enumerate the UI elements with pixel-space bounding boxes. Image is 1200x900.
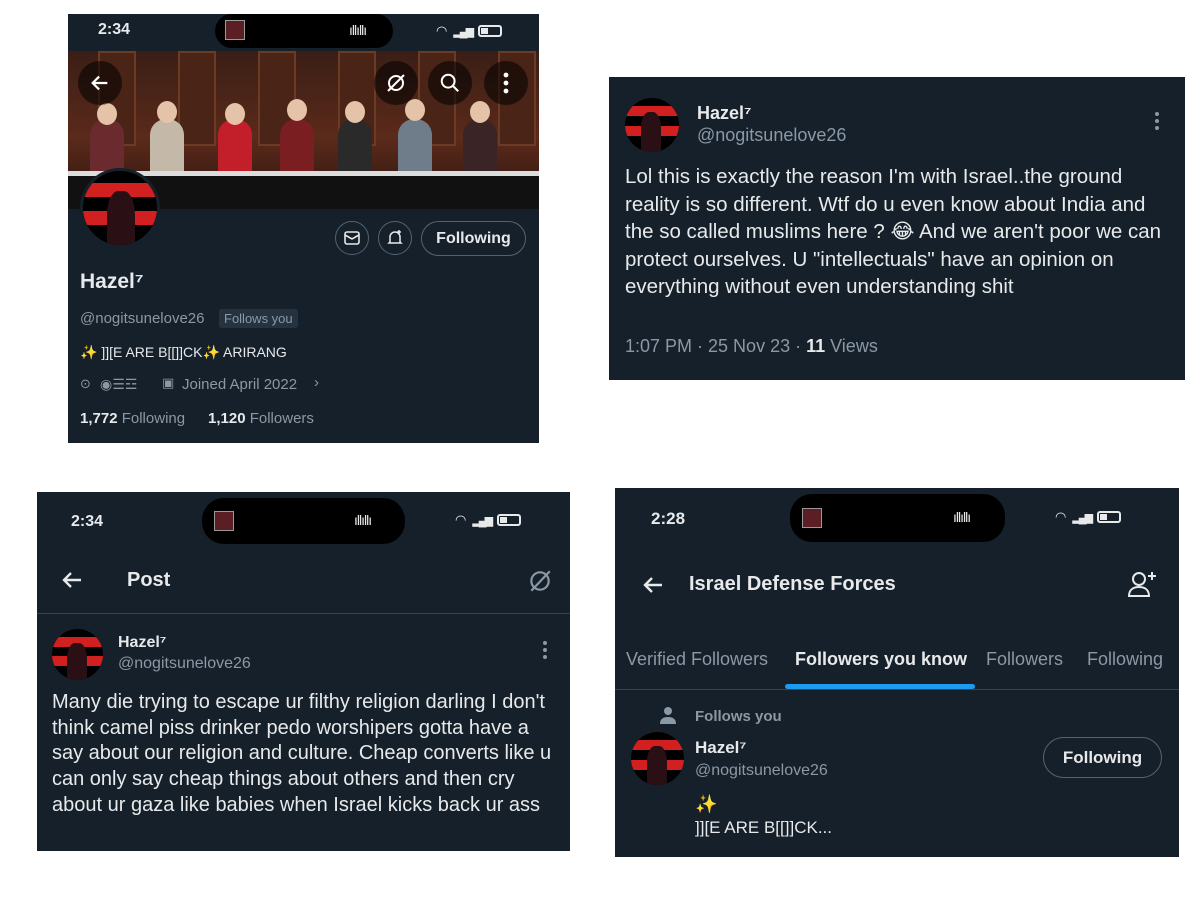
album-thumbnail <box>225 20 245 40</box>
notifications-button[interactable] <box>378 221 412 255</box>
person-icon <box>660 707 676 724</box>
system-icons: ◠ ▂▄▆ <box>455 512 522 528</box>
audio-wave-icon: ıllıllı <box>953 509 971 525</box>
dynamic-island: ıllıllı <box>790 494 1005 542</box>
tab-followers-you-know[interactable]: Followers you know <box>795 649 967 670</box>
location-icon: ⊙ <box>80 376 91 391</box>
following-count: 1,772 <box>80 410 118 427</box>
page-title: Post <box>127 569 171 591</box>
tweet-author-handle: @nogitsunelove26 <box>697 125 847 145</box>
profile-screenshot: 2:34 ıllıllı ◠ ▂▄▆ Following Hazel⁷ @nog… <box>68 14 539 443</box>
profile-location: ◉☰☲ <box>100 376 138 392</box>
back-arrow-icon <box>91 75 108 91</box>
status-bar: 2:34 ıllıllı ◠ ▂▄▆ <box>68 14 539 48</box>
followers-count-link[interactable]: 1,120 Followers <box>208 410 314 427</box>
more-vertical-icon <box>503 72 509 94</box>
tweet-screenshot: Hazel⁷ @nogitsunelove26 Lol this is exac… <box>609 77 1185 380</box>
search-button[interactable] <box>428 61 472 105</box>
tabs-divider <box>615 689 1179 690</box>
hide-button[interactable] <box>374 61 418 105</box>
status-time: 2:28 <box>651 509 686 528</box>
tweet-views-label: Views <box>825 336 878 356</box>
post-screenshot: 2:34 ıllıllı ◠ ▂▄▆ Post Hazel⁷ @nogitsun… <box>37 492 570 851</box>
battery-icon <box>1097 511 1122 523</box>
system-icons: ◠ ▂▄▆ <box>1055 509 1122 525</box>
signal-icon: ▂▄▆ <box>453 25 474 38</box>
profile-avatar[interactable] <box>80 168 160 248</box>
profile-bio: ✨ ]][E ARE B[[]]CK✨ ARIRANG <box>80 344 287 360</box>
following-label: Following <box>121 410 186 427</box>
signal-icon: ▂▄▆ <box>1072 511 1093 524</box>
post-more-icon[interactable] <box>543 641 547 662</box>
tweet-more-icon[interactable] <box>1155 112 1159 133</box>
tab-verified-followers[interactable]: Verified Followers <box>626 649 768 670</box>
hide-icon <box>387 74 405 92</box>
following-count-link[interactable]: 1,772 Following <box>80 410 185 427</box>
search-icon <box>440 73 459 92</box>
post-author-name[interactable]: Hazel⁷ <box>118 634 166 652</box>
album-thumbnail <box>214 511 234 531</box>
mail-icon <box>344 231 360 245</box>
following-button[interactable]: Following <box>421 221 526 256</box>
back-button[interactable] <box>78 61 122 105</box>
followers-count: 1,120 <box>208 410 246 427</box>
post-text: Many die trying to escape ur filthy reli… <box>52 691 552 816</box>
dynamic-island: ıllıllı <box>202 498 405 544</box>
signal-icon: ▂▄▆ <box>472 514 493 527</box>
wifi-icon: ◠ <box>1055 509 1067 524</box>
back-arrow-icon[interactable] <box>60 568 84 592</box>
follower-bio-line2: ]][E ARE B[[]]CK... <box>695 818 832 837</box>
battery-icon <box>478 25 503 37</box>
tab-following[interactable]: Following <box>1087 649 1163 670</box>
tweet-text: Lol this is exactly the reason I'm with … <box>625 165 1162 298</box>
battery-icon <box>497 514 522 526</box>
dynamic-island: ıllıllı <box>215 14 393 48</box>
tab-followers[interactable]: Followers <box>986 649 1063 670</box>
page-title: Israel Defense Forces <box>689 573 896 595</box>
message-button[interactable] <box>335 221 369 255</box>
calendar-icon: ▣ <box>162 375 175 390</box>
post-author-handle: @nogitsunelove26 <box>118 655 251 672</box>
add-user-icon[interactable] <box>1127 570 1157 598</box>
chevron-right-icon[interactable]: › <box>314 374 319 391</box>
album-thumbnail <box>802 508 822 528</box>
tweet-views-count: 11 <box>806 336 826 356</box>
follower-name[interactable]: Hazel⁷ <box>695 738 746 758</box>
profile-joined: Joined April 2022 <box>182 376 298 393</box>
follower-avatar[interactable] <box>631 732 684 785</box>
tweet-author-name[interactable]: Hazel⁷ <box>697 103 751 124</box>
more-button[interactable] <box>484 61 528 105</box>
follows-you-label: Follows you <box>695 708 782 725</box>
following-button[interactable]: Following <box>1043 737 1162 778</box>
display-name: Hazel⁷ <box>80 270 144 293</box>
tweet-meta: 1:07 PM · 25 Nov 23 · 11 Views <box>625 336 878 357</box>
user-handle: @nogitsunelove26 <box>80 310 205 327</box>
back-arrow-icon[interactable] <box>640 573 666 597</box>
post-avatar[interactable] <box>52 629 103 680</box>
status-time: 2:34 <box>98 21 131 38</box>
status-time: 2:34 <box>71 513 104 530</box>
wifi-icon: ◠ <box>436 23 448 38</box>
header-divider <box>37 613 570 614</box>
followers-label: Followers <box>249 410 314 427</box>
followers-screenshot: 2:28 ıllıllı ◠ ▂▄▆ Israel Defense Forces… <box>615 488 1179 857</box>
audio-wave-icon: ıllıllı <box>354 512 372 528</box>
audio-wave-icon: ıllıllı <box>349 22 367 38</box>
bell-plus-icon <box>387 230 403 244</box>
hide-icon[interactable] <box>527 568 553 594</box>
wifi-icon: ◠ <box>455 512 467 527</box>
tweet-timestamp: 1:07 PM · 25 Nov 23 · <box>625 336 807 356</box>
follower-bio-line1: ✨ <box>695 794 718 814</box>
tweet-avatar[interactable] <box>625 98 679 152</box>
system-icons: ◠ ▂▄▆ <box>436 23 503 39</box>
follows-you-badge: Follows you <box>219 309 298 328</box>
follower-handle: @nogitsunelove26 <box>695 762 828 779</box>
